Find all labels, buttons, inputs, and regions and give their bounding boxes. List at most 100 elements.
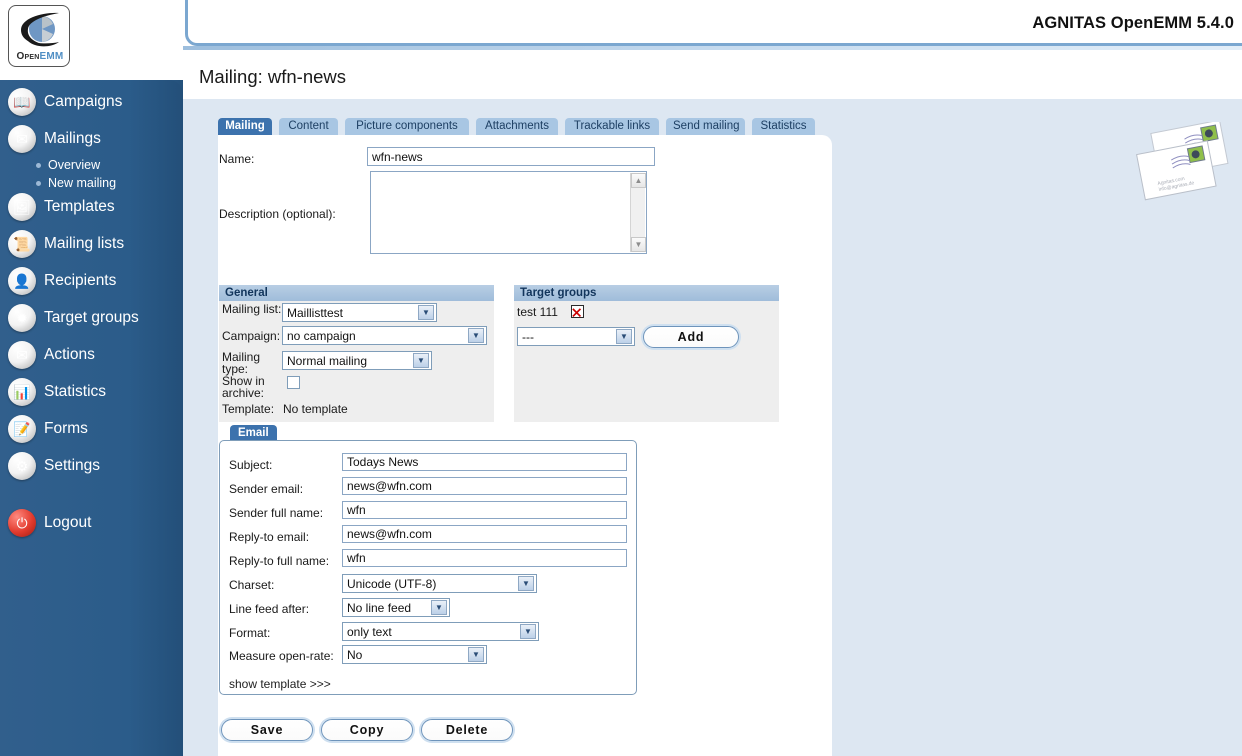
campaign-label: Campaign: bbox=[222, 329, 281, 343]
save-button[interactable]: Save bbox=[221, 719, 313, 741]
sidebar-item-forms[interactable]: 📝 Forms bbox=[8, 410, 178, 447]
sender-full-name-input[interactable] bbox=[342, 501, 627, 519]
line-feed-after-select[interactable]: No line feed ▼ bbox=[342, 598, 450, 617]
reply-to-full-name-input[interactable] bbox=[342, 549, 627, 567]
chevron-down-icon: ▼ bbox=[468, 328, 484, 343]
sidebar-item-campaigns[interactable]: 📖 Campaigns bbox=[8, 83, 178, 120]
tab-label: Attachments bbox=[485, 120, 549, 132]
chevron-down-icon: ▼ bbox=[468, 647, 484, 662]
reply-to-email-input[interactable] bbox=[342, 525, 627, 543]
sidebar-item-mailing-lists[interactable]: 📜 Mailing lists bbox=[8, 225, 178, 262]
sidebar: OpenEMM 📖 Campaigns ✉ Mailings Overview … bbox=[0, 0, 183, 756]
logo-open-text: Open bbox=[16, 51, 40, 62]
sidebar-item-label: Mailings bbox=[44, 129, 101, 147]
sidebar-item-target-groups[interactable]: ✹ Target groups bbox=[8, 299, 178, 336]
actions-icon: ✉ bbox=[8, 340, 36, 369]
sidebar-item-logout[interactable]: ⏻ Logout bbox=[8, 504, 178, 541]
logout-icon: ⏻ bbox=[8, 508, 36, 537]
sidebar-item-recipients[interactable]: 👤 Recipients bbox=[8, 262, 178, 299]
delete-x-glyph bbox=[572, 308, 582, 318]
target-group-name: test 111 bbox=[517, 305, 558, 319]
charset-value: Unicode (UTF-8) bbox=[347, 576, 437, 591]
charset-label: Charset: bbox=[229, 578, 275, 592]
format-select[interactable]: only text ▼ bbox=[342, 622, 539, 641]
templates-icon: 🖼 bbox=[8, 192, 36, 221]
target-groups-panel-title: Target groups bbox=[514, 285, 779, 301]
sidebar-item-label: Forms bbox=[44, 419, 88, 437]
tab-attachments[interactable]: Attachments bbox=[476, 118, 558, 135]
subject-input[interactable] bbox=[342, 453, 627, 471]
line-feed-after-value: No line feed bbox=[347, 600, 412, 615]
statistics-icon: 📊 bbox=[8, 377, 36, 406]
tab-picture-components[interactable]: Picture components bbox=[345, 118, 469, 135]
sidebar-item-actions[interactable]: ✉ Actions bbox=[8, 336, 178, 373]
mailing-type-label: Mailing type: bbox=[222, 350, 261, 376]
format-value: only text bbox=[347, 624, 392, 639]
sender-email-input[interactable] bbox=[342, 477, 627, 495]
page-root: OpenEMM 📖 Campaigns ✉ Mailings Overview … bbox=[0, 0, 1242, 756]
mailing-type-select[interactable]: Normal mailing ▼ bbox=[282, 351, 432, 370]
tab-send-mailing[interactable]: Send mailing bbox=[666, 118, 745, 135]
show-template-link[interactable]: show template >>> bbox=[229, 677, 331, 691]
campaign-select[interactable]: no campaign ▼ bbox=[282, 326, 487, 345]
sidebar-item-label: Statistics bbox=[44, 382, 107, 400]
description-scrollbar[interactable]: ▲ ▼ bbox=[630, 173, 646, 252]
tab-statistics[interactable]: Statistics bbox=[752, 118, 815, 135]
sidebar-item-settings[interactable]: ⚙ Settings bbox=[8, 447, 178, 484]
tab-label: Statistics bbox=[760, 120, 807, 132]
header: AGNITAS OpenEMM 5.4.0 bbox=[183, 0, 1242, 52]
template-value: No template bbox=[283, 402, 348, 416]
scroll-up-icon[interactable]: ▲ bbox=[631, 173, 646, 188]
tab-label: Mailing bbox=[225, 120, 265, 132]
chevron-down-icon: ▼ bbox=[431, 600, 447, 615]
mailing-list-select[interactable]: Maillisttest ▼ bbox=[282, 303, 437, 322]
delete-button[interactable]: Delete bbox=[421, 719, 513, 741]
format-label: Format: bbox=[229, 626, 271, 640]
delete-x-icon[interactable] bbox=[571, 305, 584, 318]
target-group-select-value: --- bbox=[522, 329, 534, 344]
subject-label: Subject: bbox=[229, 458, 273, 472]
target-groups-panel: Target groups test 111 --- ▼ Add bbox=[514, 285, 779, 422]
sidebar-item-mailings[interactable]: ✉ Mailings bbox=[8, 120, 178, 157]
target-group-select[interactable]: --- ▼ bbox=[517, 327, 635, 346]
sidebar-item-label: Mailing lists bbox=[44, 234, 125, 252]
measure-open-rate-select[interactable]: No ▼ bbox=[342, 645, 487, 664]
tab-trackable-links[interactable]: Trackable links bbox=[565, 118, 659, 135]
charset-select[interactable]: Unicode (UTF-8) ▼ bbox=[342, 574, 537, 593]
chevron-down-icon: ▼ bbox=[413, 353, 429, 368]
name-input[interactable] bbox=[367, 147, 655, 166]
scroll-down-icon[interactable]: ▼ bbox=[631, 237, 646, 252]
show-in-archive-checkbox[interactable] bbox=[287, 376, 300, 389]
sidebar-item-templates[interactable]: 🖼 Templates bbox=[8, 188, 178, 225]
add-button-label: Add bbox=[677, 330, 705, 344]
tab-content[interactable]: Content bbox=[279, 118, 338, 135]
general-panel-title: General bbox=[219, 285, 494, 301]
mailing-list-label: Mailing list: bbox=[222, 302, 282, 316]
envelopes-decoration-icon: Agnitas.com info@agnitas.de bbox=[1136, 122, 1229, 201]
sidebar-item-label: Actions bbox=[44, 345, 95, 363]
show-in-archive-label: Show in archive: bbox=[222, 374, 265, 400]
mailings-icon: ✉ bbox=[8, 124, 36, 153]
forms-icon: 📝 bbox=[8, 414, 36, 443]
tab-email[interactable]: Email bbox=[230, 425, 277, 441]
name-label: Name: bbox=[219, 152, 255, 166]
tab-mailing[interactable]: Mailing bbox=[218, 118, 272, 135]
reply-to-email-label: Reply-to email: bbox=[229, 530, 310, 544]
copy-button-label: Copy bbox=[349, 723, 385, 737]
reply-to-full-name-label: Reply-to full name: bbox=[229, 554, 330, 568]
copy-button[interactable]: Copy bbox=[321, 719, 413, 741]
sidebar-subitem-overview[interactable]: Overview bbox=[36, 158, 100, 172]
mailing-list-value: Maillisttest bbox=[287, 305, 344, 320]
description-textarea[interactable]: ▲ ▼ bbox=[370, 171, 647, 254]
measure-open-rate-value: No bbox=[347, 647, 363, 662]
sidebar-item-label: Logout bbox=[44, 513, 92, 531]
campaign-value: no campaign bbox=[287, 328, 356, 343]
add-target-group-button[interactable]: Add bbox=[643, 326, 739, 348]
sidebar-item-statistics[interactable]: 📊 Statistics bbox=[8, 373, 178, 410]
openemm-logo-text: OpenEMM bbox=[9, 51, 69, 62]
sidebar-item-label: Recipients bbox=[44, 271, 117, 289]
tab-label: Picture components bbox=[356, 120, 458, 132]
sidebar-item-label: Target groups bbox=[44, 308, 139, 326]
tab-label: Send mailing bbox=[673, 120, 740, 132]
description-label: Description (optional): bbox=[219, 207, 336, 221]
